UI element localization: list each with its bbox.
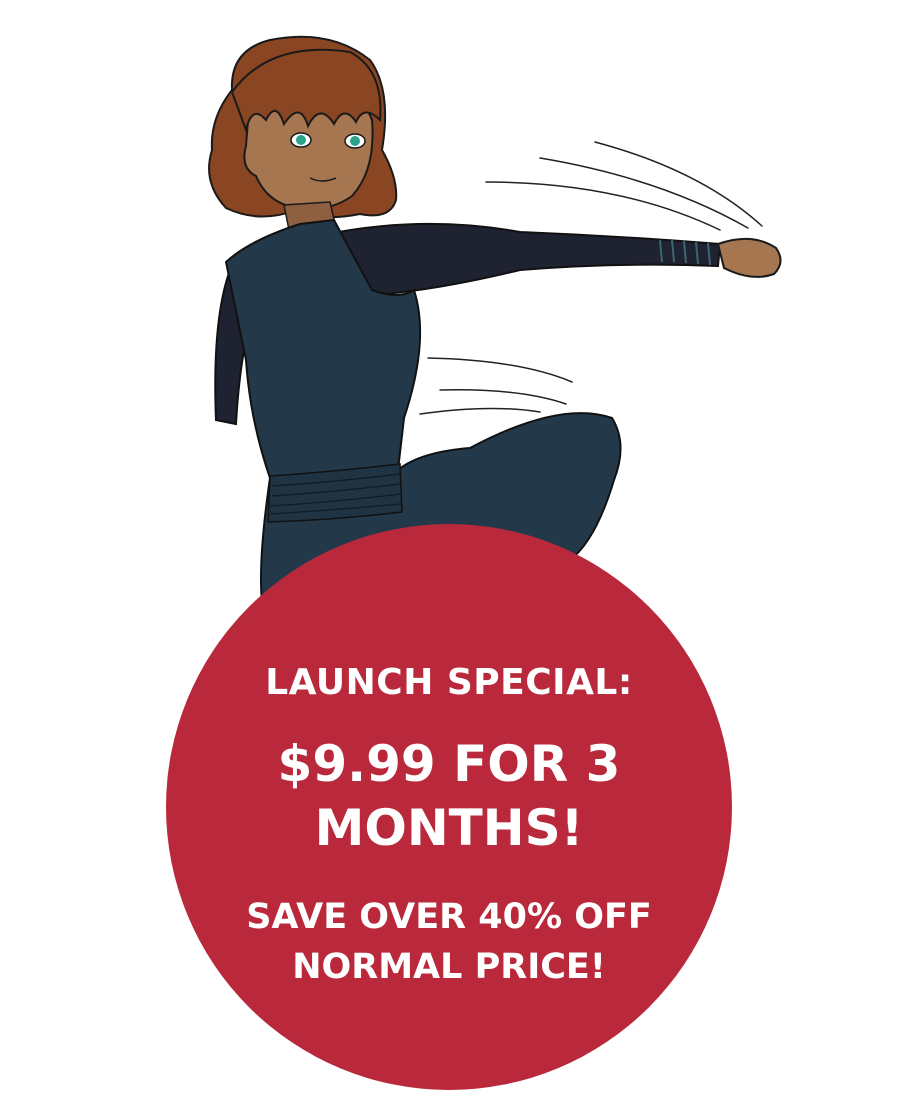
fist (716, 237, 782, 278)
promo-offer: $9.99 FOR 3 MONTHS! (277, 735, 621, 857)
promo-savings: SAVE OVER 40% OFF NORMAL PRICE! (246, 897, 652, 987)
arm-sleeve (316, 222, 722, 298)
promo-headline: LAUNCH SPECIAL: (265, 662, 633, 703)
promo-badge-text: LAUNCH SPECIAL: $9.99 FOR 3 MONTHS! SAVE… (166, 524, 732, 1090)
